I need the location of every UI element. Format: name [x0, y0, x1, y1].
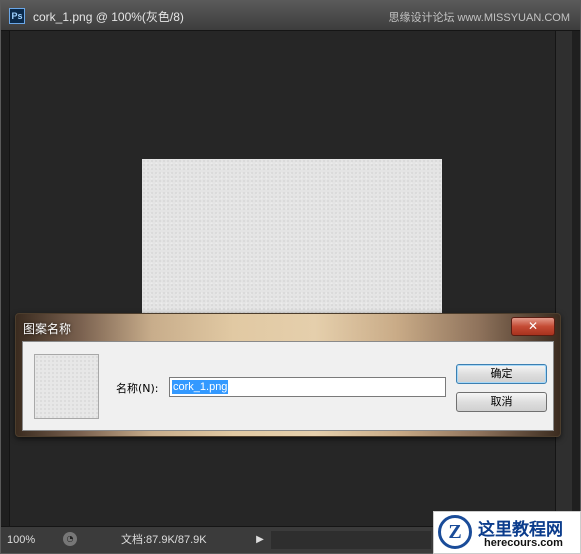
- vertical-scrollbar[interactable]: [555, 31, 572, 526]
- site-watermark: Z 这里教程网 herecours.com: [433, 511, 581, 554]
- status-menu-arrow-icon[interactable]: ▶: [253, 531, 267, 549]
- forum-watermark: 思缘设计论坛 www.MISSYUAN.COM: [388, 12, 570, 24]
- pattern-preview: [34, 354, 99, 419]
- zoom-level[interactable]: 100%: [7, 531, 53, 549]
- ok-button[interactable]: 确定: [456, 364, 547, 384]
- name-label: 名称(N):: [116, 382, 159, 395]
- document-window: Ps cork_1.png @ 100%(灰色/8) 思缘设计论坛 www.MI…: [0, 0, 581, 554]
- cancel-button[interactable]: 取消: [456, 392, 547, 412]
- name-input[interactable]: cork_1.png: [169, 377, 446, 397]
- title-bar[interactable]: Ps cork_1.png @ 100%(灰色/8) 思缘设计论坛 www.MI…: [1, 1, 580, 31]
- photoshop-icon: Ps: [9, 8, 25, 24]
- site-url: herecours.com: [484, 537, 563, 549]
- horizontal-scrollbar[interactable]: [271, 531, 431, 549]
- site-logo-icon: Z: [438, 515, 472, 549]
- canvas-area[interactable]: [9, 31, 557, 526]
- name-input-selection: cork_1.png: [172, 380, 229, 394]
- close-button[interactable]: ✕: [511, 317, 555, 336]
- dialog-body: 名称(N): cork_1.png 确定 取消: [22, 341, 554, 431]
- status-info-icon[interactable]: ◔: [63, 532, 77, 546]
- document-size-info: 文档:87.9K/87.9K: [121, 534, 207, 546]
- dialog-title: 图案名称: [23, 322, 72, 336]
- pattern-name-dialog: 图案名称 ✕ 名称(N): cork_1.png 确定 取消: [15, 313, 561, 437]
- document-title: cork_1.png @ 100%(灰色/8): [33, 10, 184, 24]
